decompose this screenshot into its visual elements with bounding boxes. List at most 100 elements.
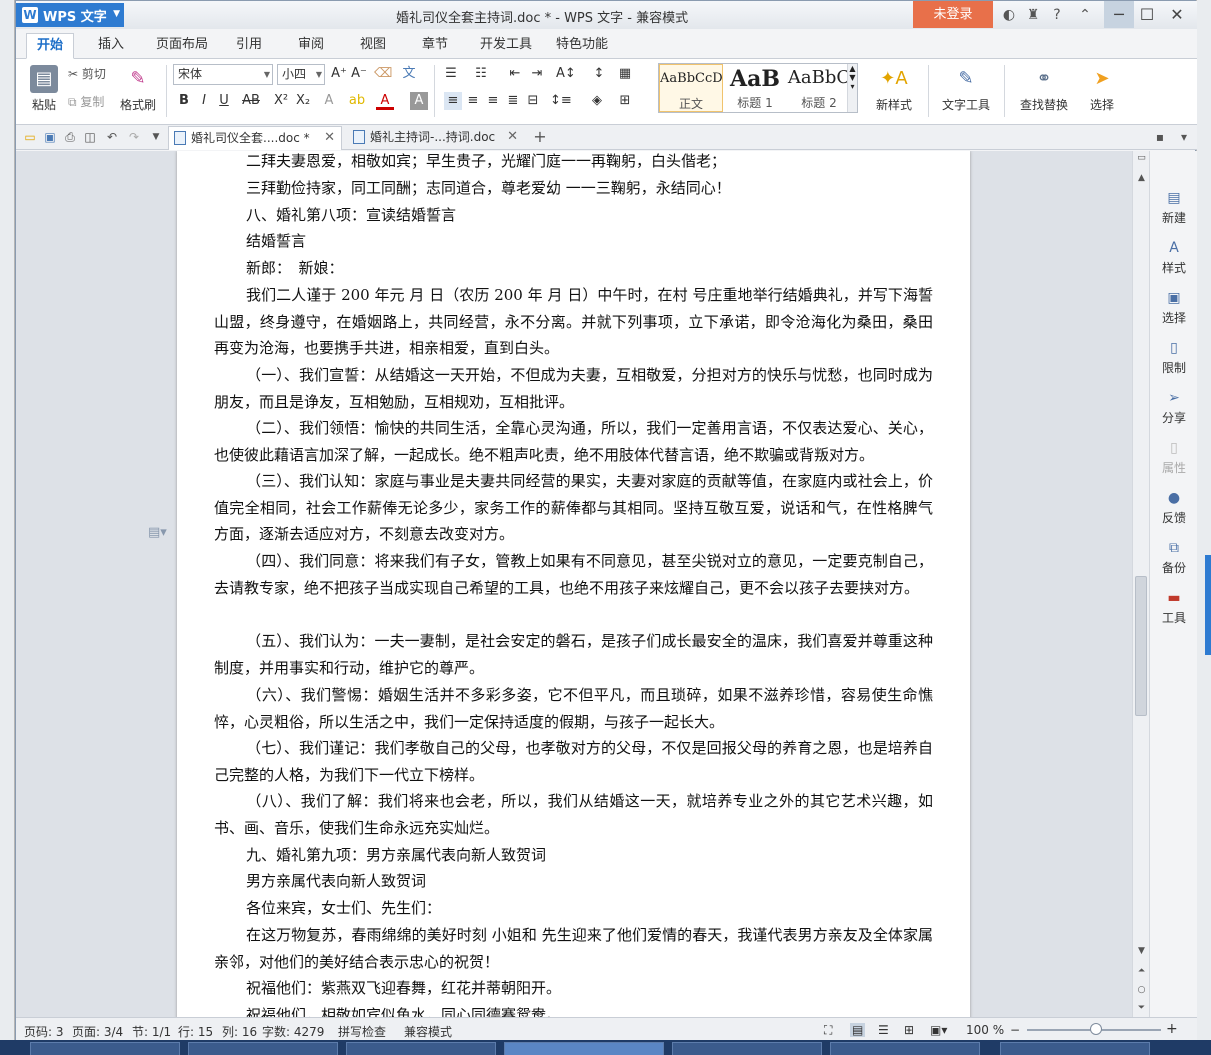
zoom-out-icon[interactable]: − bbox=[1010, 1023, 1020, 1037]
paragraph[interactable]: 各位来宾，女士们、先生们： bbox=[214, 895, 933, 922]
taskbar-item[interactable] bbox=[1000, 1042, 1150, 1055]
numbering-icon[interactable]: ☷ bbox=[472, 65, 490, 83]
align-left-icon[interactable]: ≡ bbox=[444, 92, 462, 110]
status-word-count[interactable]: 字数: 4279 bbox=[262, 1023, 324, 1040]
sidepanel-style[interactable]: A 样式 bbox=[1150, 239, 1198, 276]
bullets-icon[interactable]: ☰ bbox=[442, 65, 460, 83]
paragraph[interactable]: 祝福他们，相敬如宾似鱼水，同心同德赛鸳鸯。 bbox=[214, 1002, 933, 1017]
tab-menu-icon[interactable]: ▾ bbox=[1176, 129, 1192, 145]
close-tab-icon[interactable]: ✕ bbox=[507, 126, 518, 148]
sidepanel-tools[interactable]: ▬ 工具 bbox=[1150, 589, 1198, 626]
tab-special[interactable]: 特色功能 bbox=[546, 33, 618, 59]
paragraph[interactable]: （四）、我们同意：将来我们有子女，管教上如果有不同意见，甚至尖锐对立的意见，一定… bbox=[214, 548, 933, 601]
sidepanel-properties[interactable]: ▯ 属性 bbox=[1150, 439, 1198, 476]
doc-tab-active[interactable]: 婚礼司仪全套....doc * ✕ bbox=[168, 126, 342, 150]
tab-view[interactable]: 视图 bbox=[350, 33, 396, 59]
paragraph[interactable]: 新郎： 新娘： bbox=[214, 255, 933, 282]
sidepanel-share[interactable]: ➢ 分享 bbox=[1150, 389, 1198, 426]
select-button[interactable]: ➤ 选择 bbox=[1080, 65, 1124, 113]
document-canvas[interactable]: ▤▾ 二拜夫妻恩爱，相敬如宾；早生贵子，光耀门庭一一再鞠躬，白头偕老； 三拜勤俭… bbox=[16, 151, 1132, 1017]
increase-indent-icon[interactable]: ⇥ bbox=[528, 65, 546, 83]
font-color-icon[interactable]: A bbox=[376, 92, 394, 110]
bold-icon[interactable]: B bbox=[175, 92, 193, 110]
close-button[interactable]: ✕ bbox=[1162, 1, 1192, 28]
taskbar-item[interactable] bbox=[830, 1042, 980, 1055]
paragraph[interactable]: 三拜勤俭持家，同工同酬；志同道合，尊老爱幼 一一三鞠躬，永结同心！ bbox=[214, 175, 933, 202]
table-icon[interactable]: ▦ bbox=[616, 65, 634, 83]
sidepanel-backup[interactable]: ⧉ 备份 bbox=[1150, 539, 1198, 576]
sidepanel-new[interactable]: ▤ 新建 bbox=[1150, 189, 1198, 226]
web-view-icon[interactable]: ⊞ bbox=[904, 1023, 914, 1037]
font-size-select[interactable]: 小四 ▼ bbox=[277, 64, 325, 85]
tab-chapter[interactable]: 章节 bbox=[412, 33, 458, 59]
clear-format-icon[interactable]: ⌫ bbox=[374, 65, 392, 83]
redo-icon[interactable]: ↷ bbox=[126, 129, 142, 145]
new-style-button[interactable]: ✦A 新样式 bbox=[866, 65, 922, 113]
paragraph[interactable]: （一）、我们宣誓：从结婚这一天开始，不但成为夫妻，互相敬爱，分担对方的快乐与忧愁… bbox=[214, 362, 933, 415]
help-icon[interactable]: ? bbox=[1046, 5, 1068, 25]
sidepanel-restrict[interactable]: ▯ 限制 bbox=[1150, 339, 1198, 376]
scroll-thumb[interactable] bbox=[1135, 576, 1147, 716]
subscript-icon[interactable]: X₂ bbox=[294, 92, 312, 110]
outline-view-icon[interactable]: ☰ bbox=[878, 1023, 889, 1037]
paragraph[interactable]: （五）、我们认为：一夫一妻制，是社会安定的磐石，是孩子们成长最安全的温床，我们喜… bbox=[214, 628, 933, 681]
close-tab-icon[interactable]: ✕ bbox=[324, 127, 335, 149]
style-gallery-scroll[interactable]: ▲ ▼ ▾ bbox=[847, 64, 857, 112]
minimize-button[interactable]: ─ bbox=[1104, 1, 1134, 28]
prev-page-icon[interactable]: ⏶ bbox=[1133, 966, 1150, 976]
style-normal[interactable]: AaBbCcD 正文 bbox=[659, 64, 723, 112]
borders-icon[interactable]: ⊞ bbox=[616, 92, 634, 110]
paragraph[interactable]: 男方亲属代表向新人致贺词 bbox=[214, 868, 933, 895]
copy-button[interactable]: ⧉ 复制 bbox=[68, 93, 104, 110]
align-center-icon[interactable]: ≡ bbox=[464, 92, 482, 110]
align-right-icon[interactable]: ≡ bbox=[484, 92, 502, 110]
text-effect-icon[interactable]: A bbox=[320, 92, 338, 110]
decrease-indent-icon[interactable]: ⇤ bbox=[506, 65, 524, 83]
zoom-level[interactable]: 100 % bbox=[966, 1023, 1004, 1037]
change-case-icon[interactable]: A↕ bbox=[556, 65, 576, 83]
cut-button[interactable]: ✂ 剪切 bbox=[68, 65, 106, 82]
spell-check-toggle[interactable]: 拼写检查 bbox=[338, 1023, 386, 1040]
shading-icon[interactable]: ◈ bbox=[588, 92, 606, 110]
text-tools-button[interactable]: ✎ 文字工具 bbox=[934, 65, 998, 113]
taskbar-item[interactable] bbox=[188, 1042, 338, 1055]
browse-object-icon[interactable]: ○ bbox=[1133, 985, 1150, 995]
tab-home[interactable]: 开始 bbox=[26, 33, 75, 59]
paragraph[interactable]: 二拜夫妻恩爱，相敬如宾；早生贵子，光耀门庭一一再鞠躬，白头偕老； bbox=[214, 151, 933, 175]
line-spacing-icon[interactable]: ↕≡ bbox=[550, 92, 572, 110]
paragraph[interactable]: （八）、我们了解：我们将来也会老，所以，我们从结婚这一天，就培养专业之外的其它艺… bbox=[214, 788, 933, 841]
split-icon[interactable]: ▭ bbox=[1133, 153, 1150, 163]
print-preview-icon[interactable]: ◫ bbox=[82, 129, 98, 145]
new-tab-icon[interactable]: + bbox=[532, 129, 548, 145]
strikethrough-icon[interactable]: AB bbox=[242, 92, 260, 110]
paragraph[interactable]: 结婚誓言 bbox=[214, 228, 933, 255]
tab-list-icon[interactable]: ▪ bbox=[1152, 129, 1168, 145]
qat-dropdown-icon[interactable]: ▼ bbox=[148, 129, 164, 145]
taskbar-item[interactable] bbox=[504, 1042, 664, 1055]
style-heading-2[interactable]: AaBbC 标题 2 bbox=[787, 64, 851, 112]
maximize-button[interactable]: ☐ bbox=[1132, 1, 1162, 28]
tab-insert[interactable]: 插入 bbox=[88, 33, 134, 59]
tab-review[interactable]: 审阅 bbox=[288, 33, 334, 59]
tab-developer[interactable]: 开发工具 bbox=[470, 33, 542, 59]
undo-icon[interactable]: ↶ bbox=[104, 129, 120, 145]
taskbar-item[interactable] bbox=[30, 1042, 180, 1055]
scroll-up-icon[interactable]: ▲ bbox=[1133, 173, 1150, 183]
open-icon[interactable]: ▭ bbox=[22, 129, 38, 145]
print-icon[interactable]: ⎙ bbox=[62, 129, 78, 145]
paste-button[interactable]: ▤ 粘贴 bbox=[22, 65, 66, 113]
document-page[interactable]: 二拜夫妻恩爱，相敬如宾；早生贵子，光耀门庭一一再鞠躬，白头偕老； 三拜勤俭持家，… bbox=[177, 151, 970, 1017]
tab-references[interactable]: 引用 bbox=[226, 33, 272, 59]
distribute-icon[interactable]: ⊟ bbox=[524, 92, 542, 110]
shirt-icon[interactable]: ♜ bbox=[1022, 5, 1044, 25]
paragraph[interactable]: （二）、我们领悟：愉快的共同生活，全靠心灵沟通，所以，我们一定善用言语，不仅表达… bbox=[214, 415, 933, 468]
zoom-in-icon[interactable]: + bbox=[1166, 1021, 1178, 1037]
sort-icon[interactable]: ↕ bbox=[590, 65, 608, 83]
paragraph[interactable]: 我们二人谨于 200 年元 月 日（农历 200 年 月 日）中午时，在村 号庄… bbox=[214, 282, 933, 362]
zoom-slider-thumb[interactable] bbox=[1090, 1023, 1102, 1035]
vertical-scrollbar[interactable]: ▭ ▲ ▼ ⏶ ○ ⏷ bbox=[1132, 151, 1149, 1017]
shrink-font-icon[interactable]: A⁻ bbox=[350, 65, 368, 83]
sidepanel-feedback[interactable]: ● 反馈 bbox=[1150, 489, 1198, 526]
fullscreen-view-icon[interactable]: ⛶ bbox=[824, 1023, 832, 1038]
reading-view-icon[interactable]: ▣▾ bbox=[930, 1023, 947, 1037]
